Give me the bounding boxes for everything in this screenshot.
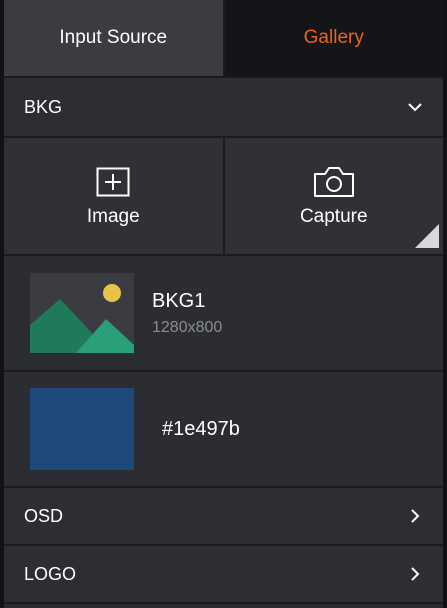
- bkg-list-item[interactable]: BKG1 1280x800: [4, 256, 443, 372]
- osd-section-header[interactable]: OSD: [4, 488, 443, 546]
- bkg-item-name: BKG1: [152, 289, 206, 312]
- tab-input-source[interactable]: Input Source: [4, 0, 225, 76]
- camera-icon: [312, 164, 356, 200]
- tab-bar: Input Source Gallery: [4, 0, 443, 78]
- add-image-icon: [96, 164, 130, 200]
- logo-section-label: LOGO: [24, 563, 77, 584]
- expand-corner-icon[interactable]: [415, 224, 439, 248]
- chevron-right-icon: [405, 506, 425, 526]
- bkg-section-label: BKG: [24, 96, 63, 117]
- image-button-label: Image: [86, 206, 140, 227]
- image-thumbnail-icon: [30, 273, 134, 353]
- chevron-down-icon: [405, 97, 425, 117]
- gallery-panel: Input Source Gallery BKG Image Capture B…: [0, 0, 447, 608]
- bkg-item-resolution: 1280x800: [152, 318, 223, 336]
- bkg-item-text: BKG1 1280x800: [152, 290, 222, 337]
- bkg-section-header[interactable]: BKG: [4, 78, 443, 138]
- osd-section-label: OSD: [24, 505, 64, 526]
- color-list-item[interactable]: #1e497b: [4, 372, 443, 488]
- chevron-right-icon: [405, 564, 425, 584]
- bkg-actions: Image Capture: [4, 138, 443, 256]
- capture-button[interactable]: Capture: [225, 138, 444, 254]
- logo-section-header[interactable]: LOGO: [4, 546, 443, 604]
- add-image-button[interactable]: Image: [4, 138, 225, 254]
- capture-button-label: Capture: [299, 206, 368, 227]
- color-hex-label: #1e497b: [162, 417, 240, 440]
- tab-gallery[interactable]: Gallery: [224, 0, 443, 76]
- color-swatch: [30, 388, 134, 470]
